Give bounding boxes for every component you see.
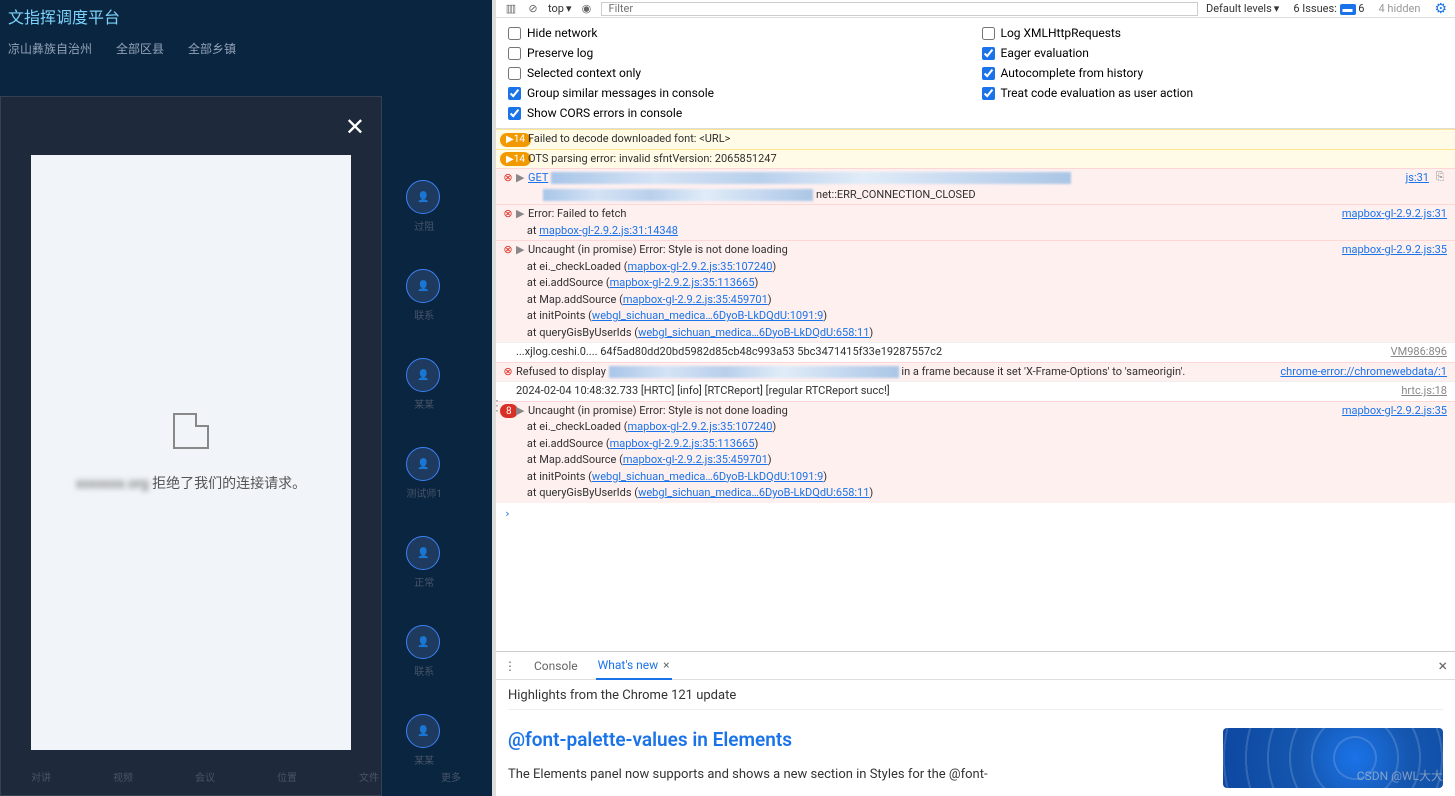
chevron-down-icon: ▾ — [566, 2, 572, 15]
error-icon: ⊗ — [500, 206, 516, 239]
region-selector-bar: 凉山彝族自治州 全部区县 全部乡镇 — [0, 32, 492, 65]
source-link[interactable]: js:31 — [1406, 170, 1429, 203]
issue-badge-icon: ▬ — [1340, 4, 1356, 15]
console-prompt[interactable]: › — [496, 503, 1455, 524]
close-tab-icon[interactable]: × — [660, 658, 669, 672]
whats-new-body: Highlights from the Chrome 121 update @f… — [496, 680, 1455, 796]
app-title: 文指挥调度平台 — [0, 0, 492, 32]
log-levels-dropdown[interactable]: Default levels ▾ — [1206, 2, 1279, 15]
log-error[interactable]: ⊗ Refused to display in a frame because … — [496, 362, 1455, 382]
preserve-log-checkbox[interactable]: Preserve log — [508, 46, 970, 60]
log-error[interactable]: 8 ▶Uncaught (in promise) Error: Style is… — [496, 401, 1455, 503]
avatar[interactable]: 👤 — [406, 358, 440, 392]
log-error[interactable]: ⊗ ▶Error: Failed to fetch at mapbox-gl-2… — [496, 204, 1455, 240]
tab-whats-new[interactable]: What's new × — [596, 652, 672, 680]
drawer-menu-icon[interactable]: ⋮ — [504, 659, 516, 673]
filter-input[interactable] — [601, 2, 1197, 16]
devtools-drawer: ⋮ Console What's new × × Highlights from… — [496, 651, 1455, 796]
log-xhr-checkbox[interactable]: Log XMLHttpRequests — [982, 26, 1444, 40]
avatar[interactable]: 👤 — [406, 180, 440, 214]
gear-icon[interactable]: ⚙ — [1434, 1, 1447, 17]
whats-new-title: @font-palette-values in Elements — [508, 728, 1207, 751]
devtools-panel: ▥ ⊘ top ▾ ◉ Default levels ▾ 6 Issues: ▬… — [496, 0, 1455, 796]
copy-icon[interactable]: ⎘ — [1433, 170, 1447, 184]
highlights-header: Highlights from the Chrome 121 update — [508, 688, 1443, 710]
hidden-count[interactable]: 4 hidden — [1378, 2, 1420, 15]
avatar[interactable]: 👤 — [406, 447, 440, 481]
close-drawer-icon[interactable]: × — [1438, 656, 1447, 675]
error-icon: ⊗ — [500, 364, 516, 381]
source-link[interactable]: mapbox-gl-2.9.2.js:31 — [1342, 206, 1447, 239]
toggle-sidebar-icon[interactable]: ▥ — [504, 2, 518, 16]
nav-item[interactable]: 会议 — [195, 769, 215, 784]
log-error[interactable]: ⊗ ▶Uncaught (in promise) Error: Style is… — [496, 240, 1455, 342]
nav-item[interactable]: 文件 — [359, 769, 379, 784]
nav-item[interactable]: 视频 — [113, 769, 133, 784]
selected-context-checkbox[interactable]: Selected context only — [508, 66, 970, 80]
error-icon: ⊗ — [500, 170, 516, 203]
treat-code-checkbox[interactable]: Treat code evaluation as user action — [982, 86, 1444, 100]
error-icon: ⊗ — [500, 242, 516, 341]
log-info[interactable]: 2024-02-04 10:48:32.733 [HRTC] [info] [R… — [496, 381, 1455, 401]
source-link[interactable]: mapbox-gl-2.9.2.js:35 — [1342, 403, 1447, 502]
eager-eval-checkbox[interactable]: Eager evaluation — [982, 46, 1444, 60]
live-expression-icon[interactable]: ◉ — [579, 2, 593, 16]
source-link[interactable]: hrtc.js:18 — [1401, 383, 1447, 400]
iframe-modal: ✕ xxxxxxx.org 拒绝了我们的连接请求。 — [0, 96, 382, 796]
autocomplete-checkbox[interactable]: Autocomplete from history — [982, 66, 1444, 80]
console-log-area: ▶ 14 Failed to decode downloaded font: <… — [496, 129, 1455, 651]
iframe-error-page: xxxxxxx.org 拒绝了我们的连接请求。 — [31, 155, 351, 750]
close-icon[interactable]: ✕ — [345, 113, 365, 141]
avatar[interactable]: 👤 — [406, 625, 440, 659]
show-cors-checkbox[interactable]: Show CORS errors in console — [508, 106, 970, 120]
whats-new-desc: The Elements panel now supports and show… — [508, 765, 1207, 785]
console-toolbar: ▥ ⊘ top ▾ ◉ Default levels ▾ 6 Issues: ▬… — [496, 0, 1455, 18]
log-warning[interactable]: ▶ 14 Failed to decode downloaded font: <… — [496, 129, 1455, 149]
region-3[interactable]: 全部乡镇 — [188, 40, 236, 57]
group-similar-checkbox[interactable]: Group similar messages in console — [508, 86, 970, 100]
source-link[interactable]: mapbox-gl-2.9.2.js:35 — [1342, 242, 1447, 341]
clear-console-icon[interactable]: ⊘ — [526, 2, 540, 16]
avatar[interactable]: 👤 — [406, 714, 440, 748]
contact-list: 👤过阻 👤联系 👤某某 👤测试师1 👤正常 👤联系 👤某某 — [406, 180, 442, 767]
drawer-tabs: ⋮ Console What's new × × — [496, 652, 1455, 680]
context-dropdown[interactable]: top ▾ — [548, 2, 571, 15]
sad-page-icon — [173, 413, 209, 449]
avatar[interactable]: 👤 — [406, 269, 440, 303]
log-error[interactable]: ⊗ ▶GET net::ERR_CONNECTION_CLOSED js:31 … — [496, 168, 1455, 204]
chevron-down-icon: ▾ — [1274, 2, 1280, 15]
region-2[interactable]: 全部区县 — [116, 40, 164, 57]
region-1[interactable]: 凉山彝族自治州 — [8, 40, 92, 57]
bottom-nav: 对讲 视频 会议 位置 文件 更多 — [0, 769, 492, 784]
source-link[interactable]: chrome-error://chromewebdata/:1 — [1280, 364, 1447, 381]
tab-console[interactable]: Console — [532, 653, 580, 679]
connection-refused-text: xxxxxxx.org 拒绝了我们的连接请求。 — [76, 473, 306, 493]
source-link[interactable]: VM986:896 — [1391, 344, 1447, 361]
nav-item[interactable]: 更多 — [441, 769, 461, 784]
log-info[interactable]: ...xjlog.ceshi.0.... 64f5ad80dd20bd5982d… — [496, 342, 1455, 362]
nav-item[interactable]: 对讲 — [31, 769, 51, 784]
hide-network-checkbox[interactable]: Hide network — [508, 26, 970, 40]
app-left-panel: 文指挥调度平台 凉山彝族自治州 全部区县 全部乡镇 ✕ xxxxxxx.org … — [0, 0, 492, 796]
log-warning[interactable]: ▶ 14 OTS parsing error: invalid sfntVers… — [496, 149, 1455, 169]
watermark: CSDN @WL大大 — [1357, 767, 1443, 784]
panel-splitter[interactable] — [492, 0, 496, 796]
avatar[interactable]: 👤 — [406, 536, 440, 570]
nav-item[interactable]: 位置 — [277, 769, 297, 784]
issues-link[interactable]: 6 Issues: ▬ 6 — [1293, 2, 1364, 15]
console-settings: Hide network Log XMLHttpRequests Preserv… — [496, 18, 1455, 129]
